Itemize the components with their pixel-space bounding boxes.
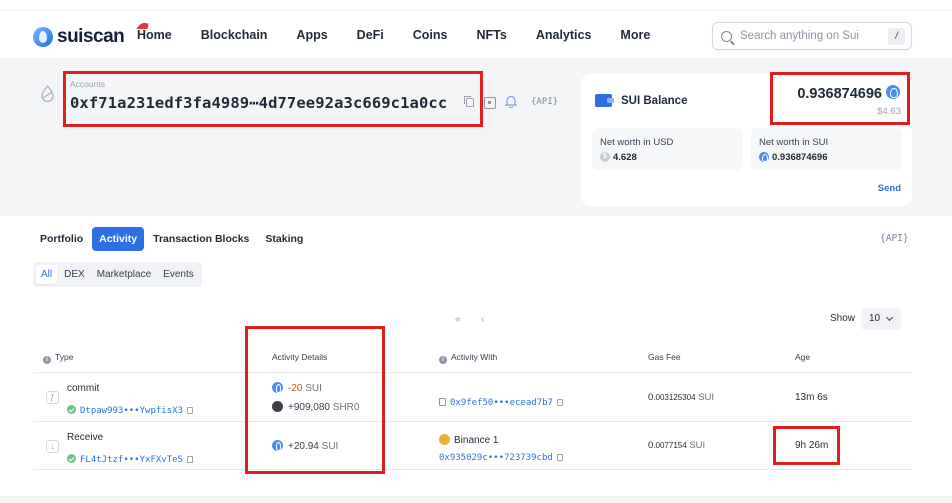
nav-apps[interactable]: Apps [296, 28, 327, 42]
activity-with-address[interactable]: 0x9fef50•••ecead7b7 [439, 392, 563, 410]
copy-icon[interactable] [556, 454, 563, 461]
dollar-icon: $ [600, 152, 610, 162]
send-button[interactable]: Send [878, 183, 901, 194]
net-worth-sui: Net worth in SUI 0.936874696 [751, 128, 902, 170]
nav-analytics[interactable]: Analytics [536, 28, 592, 42]
copy-icon[interactable] [556, 399, 563, 406]
activity-filter-tabs: All DEX Marketplace Events [33, 262, 202, 287]
table-divider [33, 372, 912, 373]
account-label: Accounts [70, 79, 105, 89]
binance-icon [439, 434, 450, 445]
nav-coins[interactable]: Coins [413, 28, 448, 42]
sui-coin-icon [759, 152, 769, 162]
sui-logo-icon [33, 27, 53, 47]
tab-staking[interactable]: Staking [258, 227, 310, 251]
net-worth-usd: Net worth in USD $ 4.628 [592, 128, 743, 170]
net-worth-sui-value: 0.936874696 [772, 152, 828, 163]
logo-text: suiscan [57, 26, 125, 47]
copy-icon[interactable] [186, 456, 193, 463]
table-divider [33, 421, 912, 422]
filter-dex[interactable]: DEX [59, 265, 90, 284]
nav-defi[interactable]: DeFi [357, 28, 384, 42]
row-digest[interactable]: FL4tJtzf•••YxFXvTeS [67, 449, 193, 467]
bell-icon[interactable] [505, 95, 517, 108]
header-gas-fee: Gas Fee [648, 352, 681, 362]
prev-page-button[interactable]: ‹ [481, 314, 484, 325]
search-placeholder: Search anything on Sui [740, 30, 859, 42]
page-size-select[interactable]: 10 [861, 308, 901, 330]
balance-title: SUI Balance [621, 95, 688, 107]
account-tabs: Portfolio Activity Transaction Blocks St… [33, 227, 312, 251]
account-api-link[interactable]: {API} [531, 97, 558, 107]
tab-portfolio[interactable]: Portfolio [33, 227, 90, 251]
activity-with-name[interactable]: Binance 1 [439, 434, 498, 446]
row-type: commit [67, 383, 100, 394]
nav-blockchain[interactable]: Blockchain [201, 28, 268, 42]
net-worth-sui-label: Net worth in SUI [759, 137, 829, 148]
copy-icon[interactable] [186, 407, 193, 414]
tab-transaction-blocks[interactable]: Transaction Blocks [146, 227, 256, 251]
balance-usd-value: $4.63 [877, 106, 901, 117]
account-header: Accounts 0xf71a231edf3fa4989⋯4d77ee92a3c… [0, 58, 952, 216]
wallet-icon [595, 94, 614, 107]
sui-balance-card: SUI Balance 0.936874696 $4.63 Net worth … [581, 72, 912, 206]
header-type-label: Type [55, 352, 74, 362]
commit-type-icon: ƒ [46, 391, 59, 404]
first-page-button[interactable]: « [455, 314, 461, 325]
top-navbar: suiscan Home Blockchain Apps DeFi Coins … [0, 10, 952, 58]
header-activity-with-label: Activity With [451, 352, 498, 362]
tab-activity[interactable]: Activity [92, 227, 145, 251]
qr-code-icon[interactable] [484, 97, 496, 109]
nav-home[interactable]: Home [137, 28, 172, 42]
search-icon [721, 30, 732, 42]
object-icon [439, 398, 446, 406]
info-icon: i [43, 356, 51, 364]
header-type: i Type [43, 352, 73, 364]
gas-fee: 0.0077154 SUI [648, 440, 706, 451]
success-check-icon [67, 405, 76, 414]
gas-fee: 0.003125304 SUI [648, 392, 715, 403]
activity-api-link[interactable]: {API} [880, 233, 909, 244]
header-activity-with: i Activity With [439, 352, 497, 364]
row-type: Receive [67, 432, 104, 443]
search-input[interactable]: Search anything on Sui / [712, 22, 912, 50]
search-shortcut-key: / [888, 27, 905, 45]
nav-more[interactable]: More [620, 28, 650, 42]
age-highlight-box [773, 426, 840, 465]
header-age: Age [795, 352, 811, 362]
page-footer-band [0, 496, 952, 503]
age: 13m 6s [795, 392, 828, 403]
info-icon: i [439, 356, 447, 364]
sui-coin-icon [886, 85, 900, 99]
page-size-label: Show [830, 313, 856, 324]
filter-all[interactable]: All [36, 265, 58, 284]
copy-address-icon[interactable] [464, 96, 474, 107]
sui-balance-value: 0.936874696 [797, 86, 882, 102]
row-digest[interactable]: Dtpaw993•••YwpfisX3 [67, 400, 193, 418]
main-nav: Home Blockchain Apps DeFi Coins NFTs Ana… [137, 28, 679, 42]
table-divider [33, 469, 912, 470]
net-worth-usd-value: 4.628 [613, 152, 637, 163]
account-address: 0xf71a231edf3fa4989⋯4d77ee92a3c669c1a0cc [70, 94, 448, 112]
suiscan-logo[interactable]: suiscan [33, 22, 151, 51]
filter-marketplace[interactable]: Marketplace [92, 265, 156, 284]
receive-type-icon: ↓ [46, 440, 59, 453]
nav-nfts[interactable]: NFTs [477, 28, 507, 42]
success-check-icon [67, 454, 76, 463]
activity-details-highlight-box [245, 326, 385, 474]
filter-events[interactable]: Events [158, 265, 199, 284]
activity-with-address[interactable]: 0x935029c•••723739cbd [439, 447, 563, 465]
account-drop-icon [41, 85, 54, 102]
net-worth-usd-label: Net worth in USD [600, 137, 674, 148]
